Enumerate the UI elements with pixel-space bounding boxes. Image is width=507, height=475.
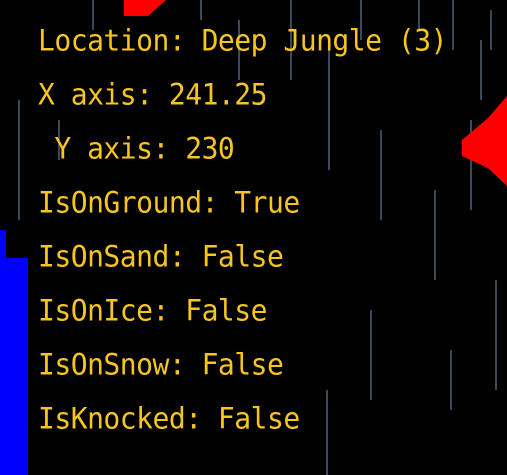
- game-viewport: Location: Deep Jungle (3) X axis: 241.25…: [0, 0, 507, 475]
- rain-streak: [370, 310, 372, 400]
- hud-is-on-sand: IsOnSand: False: [38, 239, 284, 274]
- rain-streak: [18, 100, 20, 220]
- rain-streak: [480, 40, 482, 100]
- rain-streak: [328, 50, 330, 170]
- rain-streak: [450, 350, 452, 410]
- rain-streak: [200, 0, 202, 20]
- rain-streak: [495, 280, 497, 390]
- hud-is-knocked: IsKnocked: False: [38, 401, 300, 436]
- red-object-right: [462, 96, 507, 186]
- hud-is-on-ice: IsOnIce: False: [38, 293, 268, 328]
- hud-y-axis: Y axis: 230: [38, 131, 235, 166]
- hud-location: Location: Deep Jungle (3): [38, 23, 447, 58]
- rain-streak: [380, 130, 382, 220]
- blue-object: [0, 230, 28, 475]
- blue-object-notch: [6, 230, 28, 258]
- red-object-top: [124, 0, 166, 16]
- rain-streak: [434, 190, 436, 280]
- rain-streak: [326, 390, 328, 475]
- hud-x-axis: X axis: 241.25: [38, 77, 268, 112]
- rain-streak: [490, 10, 492, 50]
- rain-streak: [452, 0, 454, 50]
- hud-is-on-snow: IsOnSnow: False: [38, 347, 284, 382]
- hud-is-on-ground: IsOnGround: True: [38, 185, 300, 220]
